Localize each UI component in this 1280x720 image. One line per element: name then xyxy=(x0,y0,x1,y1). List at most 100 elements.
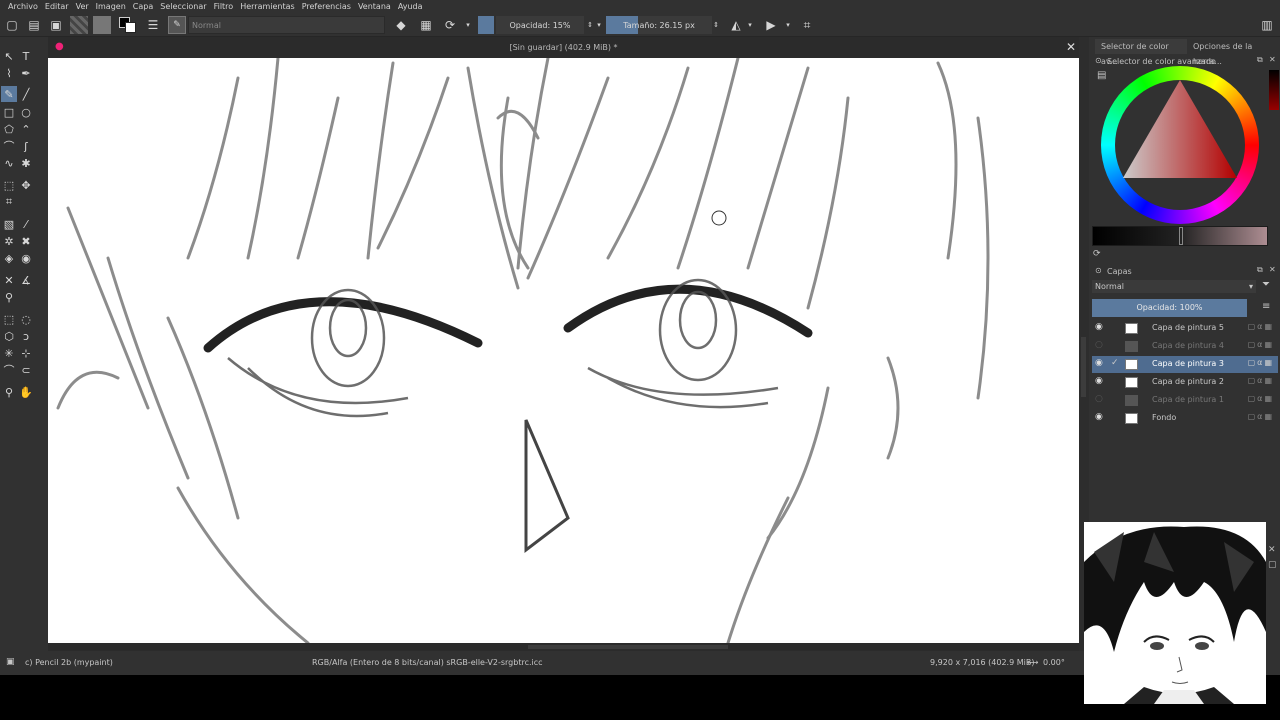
size-slider[interactable]: Tamaño: 26.15 px xyxy=(606,16,712,34)
eye-hidden-icon[interactable]: ○ xyxy=(1095,394,1103,404)
chevron-down-icon[interactable]: ▾ xyxy=(595,16,603,34)
zoom-tool-icon[interactable]: ⚲ xyxy=(1,384,17,400)
wrap-around-icon[interactable]: ⌗ xyxy=(798,16,816,34)
chevron-down-icon[interactable]: ▾ xyxy=(784,16,792,34)
polyline-tool-icon[interactable]: ⌃ xyxy=(18,121,34,137)
brush-presets-icon[interactable]: ☰ xyxy=(144,16,162,34)
color-picker-icon[interactable]: ⁄ xyxy=(18,216,34,232)
tab-tool-options[interactable]: Opciones de la herra... xyxy=(1187,39,1280,66)
eye-icon[interactable]: ◉ xyxy=(1095,412,1103,422)
enclose-fill-icon[interactable]: ◉ xyxy=(18,250,34,266)
reference-close-icon[interactable]: ✕ xyxy=(1268,545,1276,555)
layers-blend-select[interactable]: Normal ▾ xyxy=(1092,280,1256,293)
color-triangle[interactable] xyxy=(1101,66,1259,224)
menu-herramientas[interactable]: Herramientas xyxy=(238,2,300,11)
document-tab[interactable]: ● [Sin guardar] (402.9 MiB) * ✕ xyxy=(48,37,1079,58)
menu-ayuda[interactable]: Ayuda xyxy=(396,2,428,11)
drawing-canvas[interactable] xyxy=(48,58,1079,643)
blend-mode-select[interactable]: Normal xyxy=(188,16,385,34)
dynamic-brush-icon[interactable]: ∿ xyxy=(1,155,17,171)
menu-imagen[interactable]: Imagen xyxy=(94,2,131,11)
smart-patch-icon[interactable]: ✖ xyxy=(18,233,34,249)
freehand-path-icon[interactable]: ʃ xyxy=(18,138,34,154)
menu-capa[interactable]: Capa xyxy=(131,2,158,11)
save-icon[interactable]: ▣ xyxy=(47,16,65,34)
colorize-mask-icon[interactable]: ✲ xyxy=(1,233,17,249)
calligraphy-icon[interactable]: ✒ xyxy=(18,65,34,81)
opacity-stepper[interactable]: ⇕ xyxy=(586,16,594,34)
rect-select-icon[interactable]: ⬚ xyxy=(1,311,17,327)
menu-editar[interactable]: Editar xyxy=(43,2,74,11)
menu-ventana[interactable]: Ventana xyxy=(356,2,396,11)
menu-seleccionar[interactable]: Seleccionar xyxy=(158,2,211,11)
layer-row[interactable]: ◉ Capa de pintura 5 ▢α▦ xyxy=(1092,320,1278,337)
brush-preset-thumb[interactable]: ✎ xyxy=(168,16,186,34)
chevron-down-icon[interactable]: ▾ xyxy=(746,16,754,34)
menu-ver[interactable]: Ver xyxy=(74,2,94,11)
workspace-icon[interactable]: ▥ xyxy=(1258,16,1276,34)
fill-tool-icon[interactable]: ◈ xyxy=(1,250,17,266)
menu-preferencias[interactable]: Preferencias xyxy=(300,2,356,11)
preserve-alpha-icon[interactable]: ▦ xyxy=(417,16,435,34)
freehand-brush-icon[interactable]: ✎ xyxy=(1,86,17,102)
tab-color-selector[interactable]: Selector de color av... xyxy=(1095,39,1187,66)
brush-preset-icon[interactable]: ▣ xyxy=(6,657,15,667)
horizontal-scrollbar[interactable] xyxy=(48,643,1079,651)
polygon-tool-icon[interactable]: ⬠ xyxy=(1,121,17,137)
close-document-icon[interactable]: ✕ xyxy=(1066,37,1076,58)
reload-icon[interactable]: ⟳ xyxy=(441,16,459,34)
refresh-icon[interactable]: ⟳ xyxy=(1093,249,1101,259)
layers-menu-icon[interactable]: ≡ xyxy=(1262,301,1270,312)
polygon-select-icon[interactable]: ⬡ xyxy=(1,328,17,344)
move-tool-icon[interactable]: ✥ xyxy=(18,177,34,193)
freehand-select-icon[interactable]: ↄ xyxy=(18,328,34,344)
layers-opacity-slider[interactable]: Opacidad: 100% xyxy=(1092,299,1247,317)
bezier-tool-icon[interactable]: ⌒ xyxy=(1,138,17,154)
filter-icon[interactable]: ⏷ xyxy=(1262,279,1270,290)
mirror-vertical-icon[interactable]: ▶ xyxy=(762,16,780,34)
close-panel-icon[interactable]: ✕ xyxy=(1269,265,1276,274)
reference-tool-icon[interactable]: ⚲ xyxy=(1,289,17,305)
pattern-swatch[interactable] xyxy=(93,16,111,34)
value-slider[interactable] xyxy=(1092,226,1268,246)
color-wheel[interactable] xyxy=(1101,66,1259,224)
layer-lock-icons[interactable]: ▢α▦ xyxy=(1248,322,1274,331)
eye-icon[interactable]: ◉ xyxy=(1095,376,1103,386)
eye-icon[interactable]: ◉ xyxy=(1095,358,1103,368)
size-stepper[interactable]: ⇕ xyxy=(712,16,720,34)
layer-row[interactable]: ○ Capa de pintura 4 ▢α▦ xyxy=(1092,338,1278,355)
color-history-strip[interactable] xyxy=(1269,70,1279,110)
layer-lock-icons[interactable]: ▢α▦ xyxy=(1248,340,1274,349)
ellipse-select-icon[interactable]: ◌ xyxy=(18,311,34,327)
lock-icon[interactable]: ⊙ xyxy=(1095,56,1102,65)
ellipse-tool-icon[interactable]: ○ xyxy=(18,104,34,120)
eye-icon[interactable]: ◉ xyxy=(1095,322,1103,332)
fg-bg-color-icon[interactable] xyxy=(117,16,137,34)
new-document-icon[interactable]: ▢ xyxy=(3,16,21,34)
pan-tool-icon[interactable]: ✋ xyxy=(18,384,34,400)
edit-shapes-icon[interactable]: ⌇ xyxy=(1,65,17,81)
bezier-select-icon[interactable]: ⌒ xyxy=(1,362,17,378)
chevron-down-icon[interactable]: ▾ xyxy=(462,16,474,34)
mirror-horizontal-icon[interactable]: ◭ xyxy=(727,16,745,34)
rectangle-tool-icon[interactable]: □ xyxy=(1,104,17,120)
menu-filtro[interactable]: Filtro xyxy=(212,2,239,11)
contiguous-select-icon[interactable]: ✳ xyxy=(1,345,17,361)
open-folder-icon[interactable]: ▤ xyxy=(25,16,43,34)
layer-row[interactable]: ◉ Capa de pintura 2 ▢α▦ xyxy=(1092,374,1278,391)
opacity-slider[interactable]: Opacidad: 15% xyxy=(496,16,584,34)
layer-lock-icons[interactable]: ▢α▦ xyxy=(1248,358,1274,367)
line-tool-icon[interactable]: ╱ xyxy=(18,86,34,102)
layer-row-selected[interactable]: ◉ ✓ Capa de pintura 3 ▢α▦ xyxy=(1092,356,1278,373)
multibrush-icon[interactable]: ✱ xyxy=(18,155,34,171)
select-shapes-icon[interactable]: ↖ xyxy=(1,48,17,64)
reference-image[interactable] xyxy=(1084,522,1266,704)
eye-hidden-icon[interactable]: ○ xyxy=(1095,340,1103,350)
measure-tool-icon[interactable]: ∡ xyxy=(18,272,34,288)
layer-row[interactable]: ○ Capa de pintura 1 ▢α▦ xyxy=(1092,392,1278,409)
menu-archivo[interactable]: Archivo xyxy=(6,2,43,11)
gradient-swatch[interactable] xyxy=(70,16,88,34)
lock-icon[interactable]: ⊙ xyxy=(1095,266,1102,275)
gradient-tool-icon[interactable]: ▧ xyxy=(1,216,17,232)
crop-tool-icon[interactable]: ⌗ xyxy=(1,194,17,210)
